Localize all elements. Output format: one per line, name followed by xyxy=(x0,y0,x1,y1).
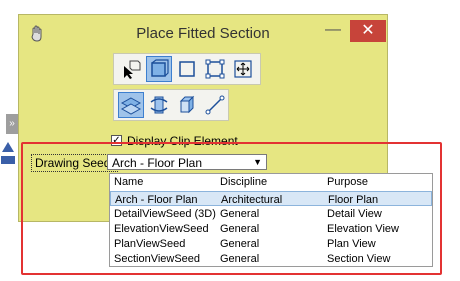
app-logo-icon xyxy=(0,140,16,168)
cube-rotate-icon xyxy=(179,95,195,114)
rectangle-tool[interactable] xyxy=(174,56,200,82)
select-pointer-icon xyxy=(124,60,141,79)
cube-rotate-tool[interactable] xyxy=(174,92,200,118)
close-button[interactable]: ✕ xyxy=(350,20,386,42)
title-bar: Place Fitted Section — ✕ xyxy=(19,15,387,51)
select-pointer-tool[interactable] xyxy=(118,56,144,82)
resize-tool[interactable] xyxy=(230,56,256,82)
fit-method-toolbar xyxy=(113,53,261,85)
minimize-button[interactable]: — xyxy=(319,21,347,43)
line-tool-icon xyxy=(205,95,225,115)
rectangle-icon xyxy=(179,61,195,77)
annotation-highlight-box xyxy=(21,142,442,275)
rotate-axis-icon xyxy=(150,96,168,114)
expand-tab[interactable]: » xyxy=(6,114,18,134)
resize-icon xyxy=(234,60,252,78)
fitted-volume-tool[interactable] xyxy=(146,56,172,82)
clip-volume-tool[interactable] xyxy=(118,92,144,118)
points-rectangle-icon xyxy=(205,59,225,79)
rotate-axis-tool[interactable] xyxy=(146,92,172,118)
clip-volume-icon xyxy=(120,97,142,115)
line-tool[interactable] xyxy=(202,92,228,118)
orientation-toolbar xyxy=(113,89,229,121)
fitted-volume-icon xyxy=(151,59,169,77)
points-rectangle-tool[interactable] xyxy=(202,56,228,82)
